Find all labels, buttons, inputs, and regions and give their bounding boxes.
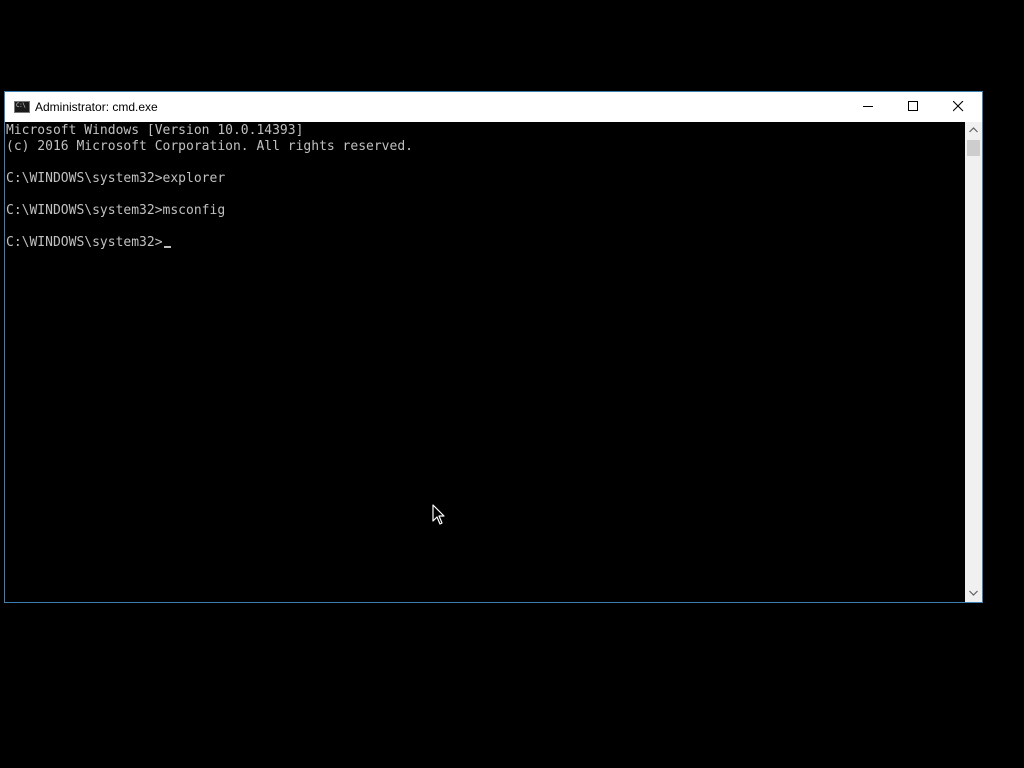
scroll-thumb[interactable] bbox=[967, 140, 980, 156]
scroll-down-button[interactable] bbox=[965, 585, 982, 602]
scroll-up-button[interactable] bbox=[965, 122, 982, 139]
console-line: C:\WINDOWS\system32>explorer bbox=[6, 171, 226, 186]
console-output[interactable]: Microsoft Windows [Version 10.0.14393] (… bbox=[5, 122, 965, 602]
close-icon bbox=[953, 101, 964, 112]
maximize-icon bbox=[908, 101, 918, 111]
vertical-scrollbar[interactable] bbox=[965, 122, 982, 602]
minimize-icon bbox=[863, 106, 873, 107]
console-prompt: C:\WINDOWS\system32> bbox=[6, 235, 163, 250]
text-caret bbox=[163, 246, 171, 248]
console-line: C:\WINDOWS\system32>msconfig bbox=[6, 203, 226, 218]
desktop: C:\ Administrator: cmd.exe Microsoft Win… bbox=[0, 0, 1024, 768]
maximize-button[interactable] bbox=[891, 92, 936, 122]
console-line: Microsoft Windows [Version 10.0.14393] bbox=[6, 123, 304, 138]
console-line: (c) 2016 Microsoft Corporation. All righ… bbox=[6, 139, 413, 154]
cmd-app-icon-glyph: C:\ bbox=[16, 102, 26, 109]
window-title: Administrator: cmd.exe bbox=[35, 100, 158, 114]
console-prompt-line[interactable]: C:\WINDOWS\system32> bbox=[6, 235, 171, 251]
chevron-up-icon bbox=[969, 127, 978, 133]
chevron-down-icon bbox=[969, 590, 978, 596]
cmd-window: C:\ Administrator: cmd.exe Microsoft Win… bbox=[4, 91, 983, 603]
mouse-pointer-icon bbox=[432, 504, 445, 525]
title-bar[interactable]: C:\ Administrator: cmd.exe bbox=[5, 92, 982, 122]
cmd-app-icon[interactable]: C:\ bbox=[14, 101, 30, 113]
close-button[interactable] bbox=[936, 92, 981, 122]
minimize-button[interactable] bbox=[846, 92, 891, 122]
